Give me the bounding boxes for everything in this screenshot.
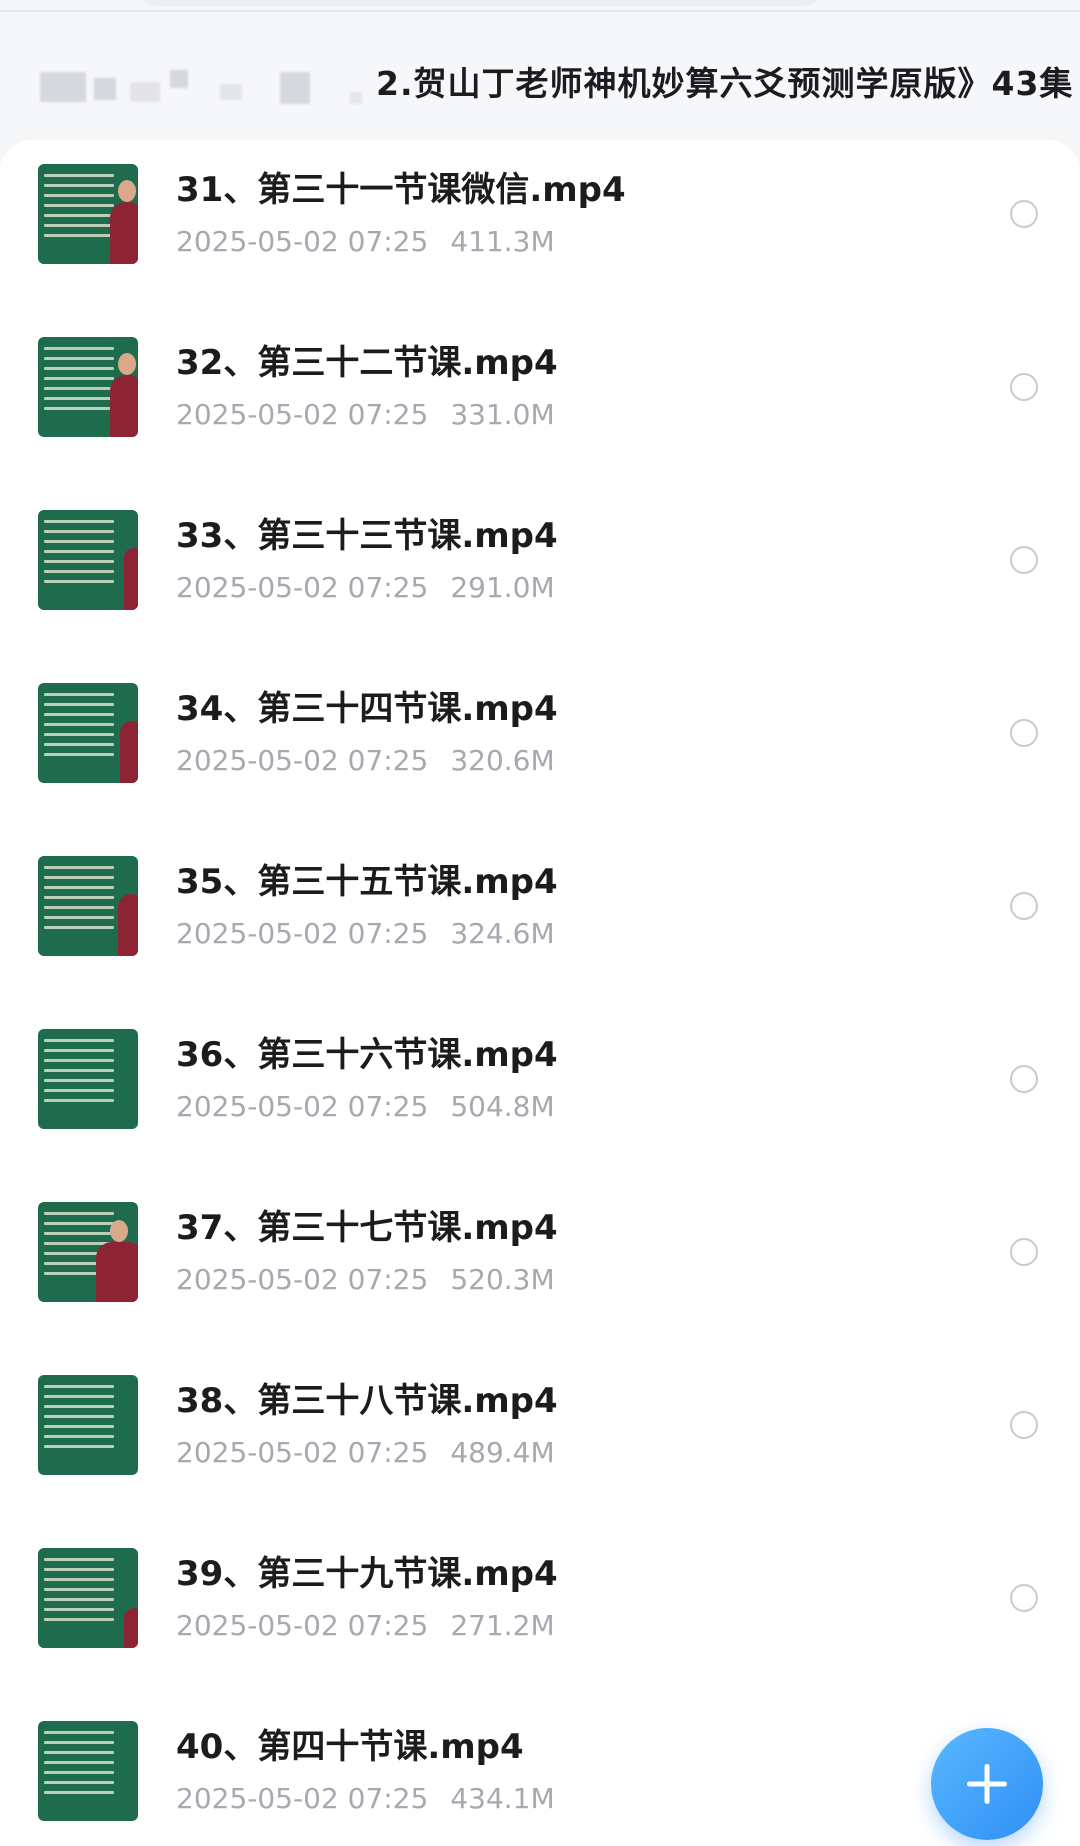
breadcrumb: 2.贺山丁老师神机妙算六爻预测学原版》43集 (0, 44, 1080, 144)
file-meta: 2025-05-02 07:25 324.6M (176, 916, 555, 952)
select-radio[interactable] (1010, 892, 1038, 920)
file-size: 411.3M (450, 225, 555, 258)
file-row[interactable]: 31、第三十一节课微信.mp4 2025-05-02 07:25 411.3M (0, 152, 1080, 325)
file-browser-screen: 2.贺山丁老师神机妙算六爻预测学原版》43集 31、第三十一节课微信.mp4 2… (0, 0, 1080, 1846)
file-name: 33、第三十三节课.mp4 (176, 516, 558, 556)
select-radio[interactable] (1010, 1238, 1038, 1266)
file-meta: 2025-05-02 07:25 434.1M (176, 1781, 555, 1817)
file-date: 2025-05-02 07:25 (176, 917, 429, 950)
file-date: 2025-05-02 07:25 (176, 1782, 429, 1815)
file-name: 32、第三十二节课.mp4 (176, 343, 558, 383)
video-thumbnail (38, 1721, 138, 1821)
select-radio[interactable] (1010, 546, 1038, 574)
file-name: 38、第三十八节课.mp4 (176, 1381, 558, 1421)
file-meta: 2025-05-02 07:25 291.0M (176, 570, 555, 606)
file-row[interactable]: 33、第三十三节课.mp4 2025-05-02 07:25 291.0M (0, 498, 1080, 671)
video-thumbnail (38, 337, 138, 437)
file-row[interactable]: 35、第三十五节课.mp4 2025-05-02 07:25 324.6M (0, 844, 1080, 1017)
file-meta: 2025-05-02 07:25 320.6M (176, 743, 555, 779)
file-size: 320.6M (450, 744, 555, 777)
file-row[interactable]: 32、第三十二节课.mp4 2025-05-02 07:25 331.0M (0, 325, 1080, 498)
file-row[interactable]: 39、第三十九节课.mp4 2025-05-02 07:25 271.2M (0, 1536, 1080, 1709)
breadcrumb-current-folder[interactable]: 2.贺山丁老师神机妙算六爻预测学原版》43集 (376, 54, 1073, 114)
video-thumbnail (38, 683, 138, 783)
file-size: 291.0M (450, 571, 555, 604)
file-date: 2025-05-02 07:25 (176, 571, 429, 604)
file-name: 39、第三十九节课.mp4 (176, 1554, 558, 1594)
file-size: 271.2M (450, 1609, 555, 1642)
select-radio[interactable] (1010, 1065, 1038, 1093)
file-meta: 2025-05-02 07:25 520.3M (176, 1262, 555, 1298)
file-size: 489.4M (450, 1436, 555, 1469)
file-row[interactable]: 38、第三十八节课.mp4 2025-05-02 07:25 489.4M (0, 1363, 1080, 1536)
video-thumbnail (38, 1548, 138, 1648)
file-name: 34、第三十四节课.mp4 (176, 689, 558, 729)
select-radio[interactable] (1010, 200, 1038, 228)
file-date: 2025-05-02 07:25 (176, 1609, 429, 1642)
file-meta: 2025-05-02 07:25 271.2M (176, 1608, 555, 1644)
file-date: 2025-05-02 07:25 (176, 225, 429, 258)
file-size: 520.3M (450, 1263, 555, 1296)
video-thumbnail (38, 1375, 138, 1475)
file-date: 2025-05-02 07:25 (176, 398, 429, 431)
file-size: 331.0M (450, 398, 555, 431)
plus-icon (967, 1764, 1007, 1804)
file-date: 2025-05-02 07:25 (176, 1436, 429, 1469)
video-thumbnail (38, 1202, 138, 1302)
file-row[interactable]: 40、第四十节课.mp4 2025-05-02 07:25 434.1M (0, 1709, 1080, 1846)
file-size: 324.6M (450, 917, 555, 950)
file-size: 434.1M (450, 1782, 555, 1815)
add-button[interactable] (931, 1728, 1043, 1840)
video-thumbnail (38, 510, 138, 610)
file-name: 31、第三十一节课微信.mp4 (176, 170, 626, 210)
file-meta: 2025-05-02 07:25 504.8M (176, 1089, 555, 1125)
select-radio[interactable] (1010, 1411, 1038, 1439)
select-radio[interactable] (1010, 719, 1038, 747)
file-name: 37、第三十七节课.mp4 (176, 1208, 558, 1248)
file-row[interactable]: 37、第三十七节课.mp4 2025-05-02 07:25 520.3M (0, 1190, 1080, 1363)
file-name: 40、第四十节课.mp4 (176, 1727, 524, 1767)
file-date: 2025-05-02 07:25 (176, 1263, 429, 1296)
video-thumbnail (38, 856, 138, 956)
file-name: 36、第三十六节课.mp4 (176, 1035, 558, 1075)
file-date: 2025-05-02 07:25 (176, 1090, 429, 1123)
file-meta: 2025-05-02 07:25 331.0M (176, 397, 555, 433)
file-row[interactable]: 36、第三十六节课.mp4 2025-05-02 07:25 504.8M (0, 1017, 1080, 1190)
video-thumbnail (38, 1029, 138, 1129)
select-radio[interactable] (1010, 373, 1038, 401)
select-radio[interactable] (1010, 1584, 1038, 1612)
top-divider (0, 10, 1080, 12)
file-name: 35、第三十五节课.mp4 (176, 862, 558, 902)
file-size: 504.8M (450, 1090, 555, 1123)
file-meta: 2025-05-02 07:25 411.3M (176, 224, 555, 260)
file-row[interactable]: 34、第三十四节课.mp4 2025-05-02 07:25 320.6M (0, 671, 1080, 844)
search-bar-edge[interactable] (140, 0, 820, 6)
file-meta: 2025-05-02 07:25 489.4M (176, 1435, 555, 1471)
video-thumbnail (38, 164, 138, 264)
file-date: 2025-05-02 07:25 (176, 744, 429, 777)
file-list: 31、第三十一节课微信.mp4 2025-05-02 07:25 411.3M 3… (0, 140, 1080, 1846)
breadcrumb-redacted-path (30, 54, 370, 124)
